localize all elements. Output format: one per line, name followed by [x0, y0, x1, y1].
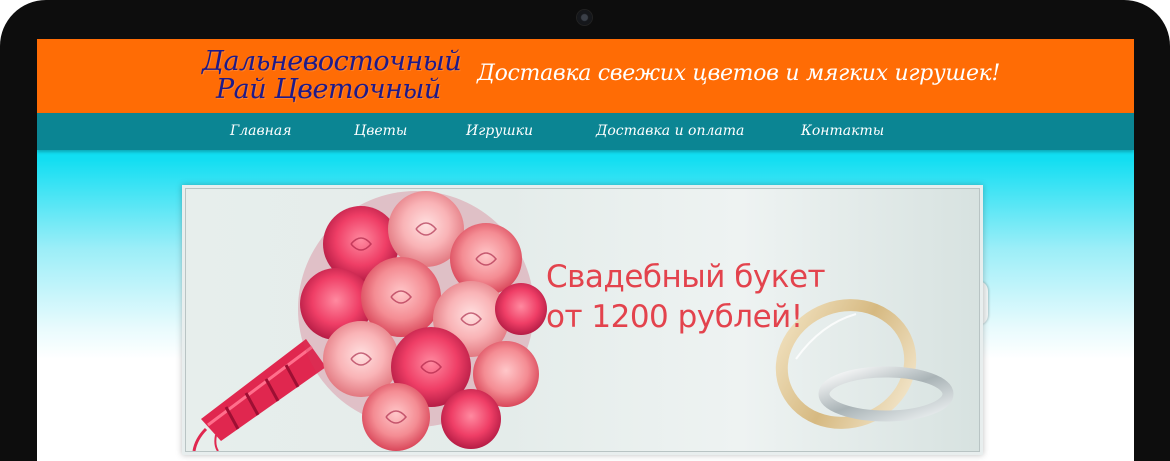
site-tagline: Доставка свежих цветов и мягких игрушек!: [477, 61, 1001, 86]
banner-line-2: от 1200 рублей!: [546, 299, 803, 335]
main-navigation: Главная Цветы Игрушки Доставка и оплата …: [37, 113, 1134, 150]
logo-line-1: Дальневосточный: [202, 46, 462, 77]
nav-item-contacts[interactable]: Контакты: [801, 123, 884, 139]
nav-item-toys[interactable]: Игрушки: [466, 123, 533, 139]
promo-banner[interactable]: Свадебный букет от 1200 рублей!: [185, 188, 980, 452]
nav-item-home[interactable]: Главная: [230, 123, 292, 139]
banner-line-1: Свадебный букет: [546, 259, 826, 295]
site-logo[interactable]: Дальневосточный Рай Цветочный: [202, 42, 462, 110]
webcam-icon: [577, 10, 592, 25]
site-header: Дальневосточный Рай Цветочный Доставка с…: [37, 39, 1134, 113]
website-screen: Дальневосточный Рай Цветочный Доставка с…: [37, 39, 1134, 461]
nav-item-delivery[interactable]: Доставка и оплата: [596, 123, 744, 139]
monitor-bezel: Дальневосточный Рай Цветочный Доставка с…: [0, 0, 1170, 461]
logo-line-2: Рай Цветочный: [216, 74, 441, 105]
nav-item-flowers[interactable]: Цветы: [354, 123, 407, 139]
banner-headline: Свадебный букет от 1200 рублей!: [546, 257, 826, 337]
